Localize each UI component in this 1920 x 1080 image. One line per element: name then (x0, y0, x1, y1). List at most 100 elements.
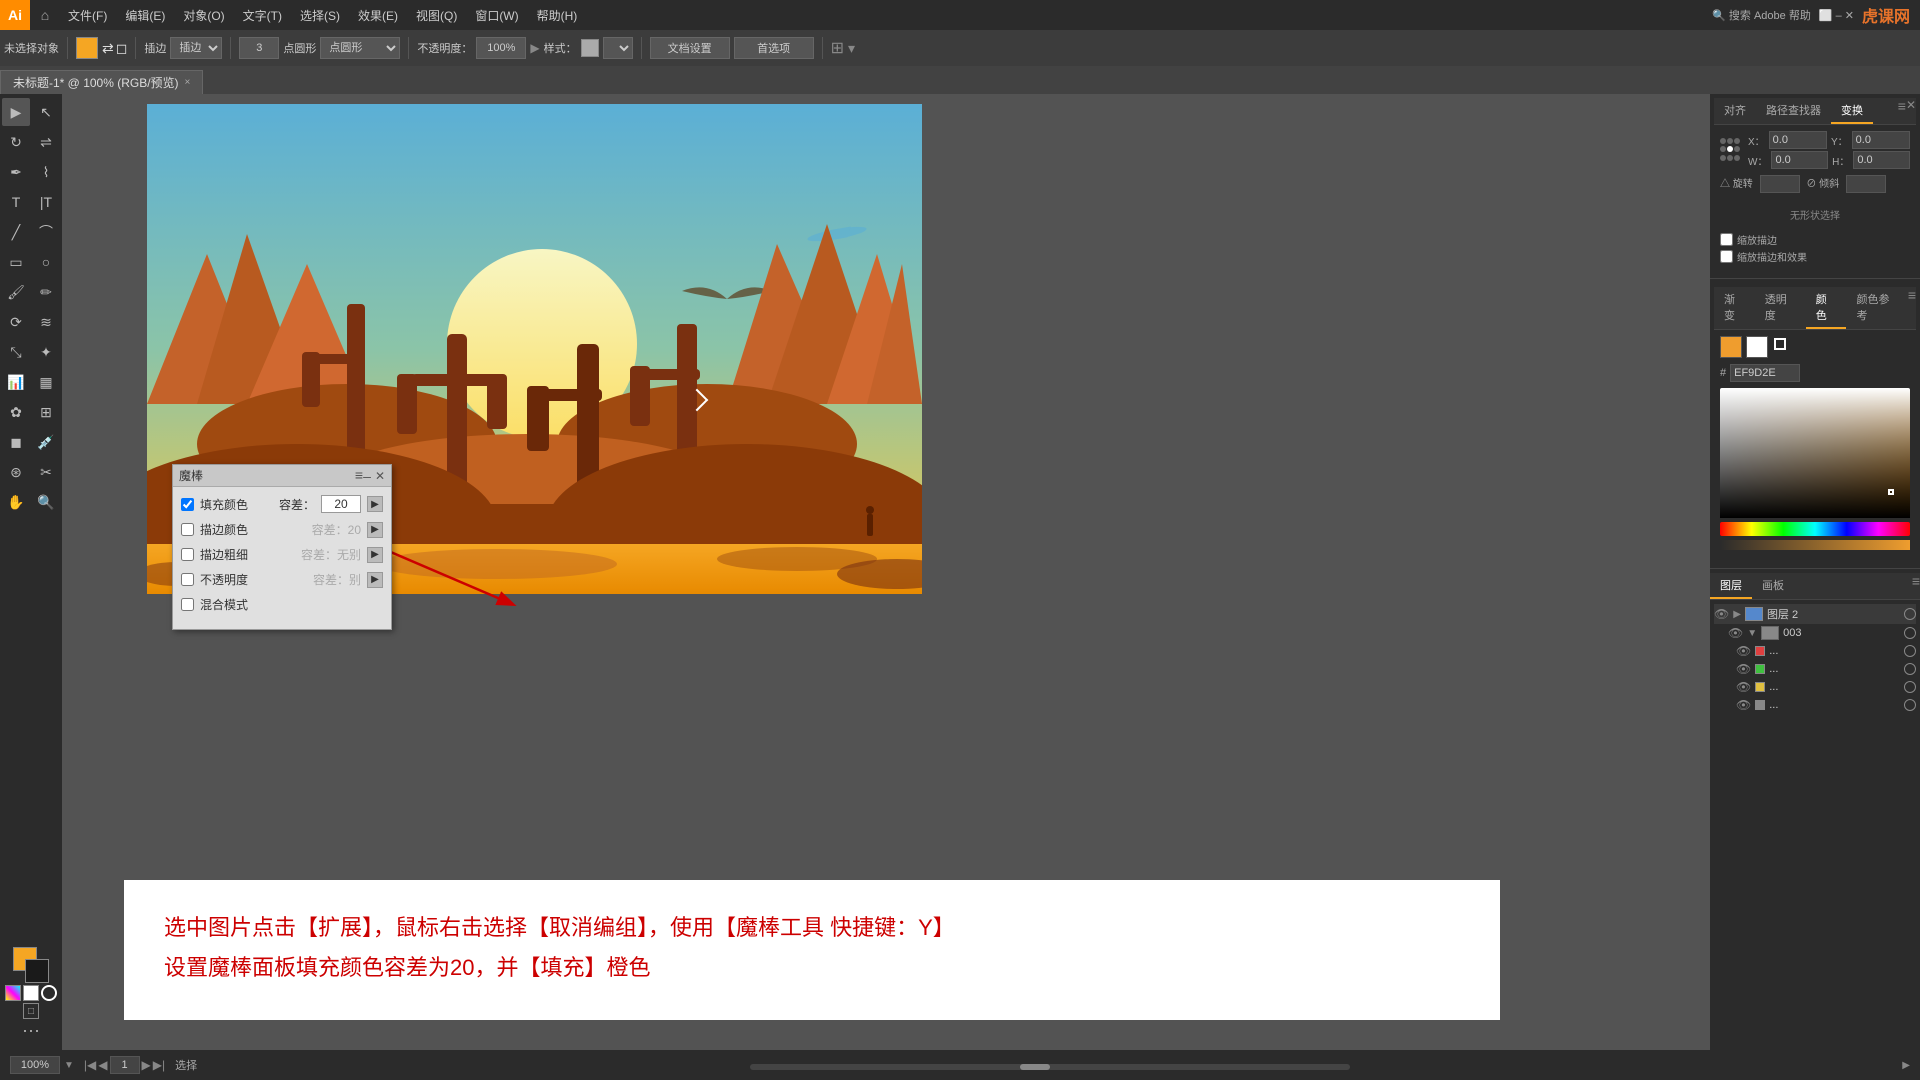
knife-tool-icon[interactable]: ✂ (32, 458, 60, 486)
reflect-tool-icon[interactable]: ⇌ (32, 128, 60, 156)
layer-circle-2[interactable] (1904, 627, 1916, 639)
transparency-tab[interactable]: 透明度 (1755, 287, 1806, 329)
arc-tool-icon[interactable]: ⌒ (32, 218, 60, 246)
fill-mode-icon[interactable] (23, 985, 39, 1001)
stroke-dropdown[interactable]: 插边 (170, 37, 222, 59)
zoom-tool-icon[interactable]: 🔍 (32, 488, 60, 516)
anchor-bc[interactable] (1727, 155, 1733, 161)
layer-circle-1[interactable] (1904, 608, 1916, 620)
menu-edit[interactable]: 编辑(E) (117, 0, 173, 30)
shear-input[interactable] (1846, 175, 1886, 193)
selection-tool-icon[interactable]: ▶ (2, 98, 30, 126)
home-icon[interactable]: ⌂ (30, 0, 60, 30)
anchor-tc[interactable] (1727, 138, 1733, 144)
layer-visibility-5[interactable]: 👁 (1736, 680, 1751, 694)
background-swatch[interactable] (1746, 336, 1768, 358)
anchor-bl[interactable] (1720, 155, 1726, 161)
panel-close-icon[interactable]: ✕ (1906, 98, 1916, 124)
artboards-tab[interactable]: 画板 (1752, 573, 1794, 599)
mesh-tool-icon[interactable]: ⊞ (32, 398, 60, 426)
foreground-swatch[interactable] (1720, 336, 1742, 358)
warp-tool-icon[interactable]: ≋ (32, 308, 60, 336)
menu-text[interactable]: 文字(T) (235, 0, 290, 30)
menu-help[interactable]: 帮助(H) (529, 0, 586, 30)
type-tool-icon[interactable]: T (2, 188, 30, 216)
anchor-br[interactable] (1734, 155, 1740, 161)
transform-tab[interactable]: 变换 (1831, 98, 1873, 124)
opacity-arrow[interactable]: ▶ (367, 572, 383, 588)
layer-visibility-6[interactable]: 👁 (1736, 698, 1751, 712)
none-fill-icon[interactable] (41, 985, 57, 1001)
layer-circle-4[interactable] (1904, 663, 1916, 675)
arrange-icon[interactable]: ⊞ (831, 38, 844, 58)
layer-icon[interactable]: □ (23, 1003, 39, 1019)
direct-select-tool-icon[interactable]: ↖ (32, 98, 60, 126)
color-tab[interactable]: 颜色 (1806, 287, 1847, 329)
rotate-tool-icon[interactable]: ↻ (2, 128, 30, 156)
next-page-btn[interactable]: ▶ (142, 1058, 151, 1072)
layer-row-1[interactable]: 👁 ▶ 图层 2 (1714, 604, 1916, 624)
layer-visibility-4[interactable]: 👁 (1736, 662, 1751, 676)
opacity-input[interactable] (476, 37, 526, 59)
pen-tool-icon[interactable]: ✒ (2, 158, 30, 186)
layer-expand-1[interactable]: ▶ (1733, 609, 1741, 620)
align-tab[interactable]: 对齐 (1714, 98, 1756, 124)
shape-dropdown[interactable]: 点圆形 (320, 37, 400, 59)
layer-visibility-2[interactable]: 👁 (1728, 626, 1743, 640)
anchor-tl[interactable] (1720, 138, 1726, 144)
more-options-icon[interactable]: ▾ (848, 40, 855, 57)
search-icon[interactable]: 🔍 搜索 Adobe 帮助 (1712, 7, 1811, 23)
eyedropper-tool-icon[interactable]: 💉 (32, 428, 60, 456)
blend-tool-icon[interactable]: ⊛ (2, 458, 30, 486)
layers-panel-menu-icon[interactable]: ≡ (1912, 573, 1920, 599)
pathfinder-tab[interactable]: 路径查找器 (1756, 98, 1831, 124)
stroke-width-checkbox[interactable] (181, 548, 194, 561)
layer-expand-2[interactable]: ▼ (1747, 628, 1757, 639)
default-colors-icon[interactable]: ◻ (116, 40, 128, 57)
fill-color-checkbox[interactable] (181, 498, 194, 511)
chart-tool-icon[interactable]: 📊 (2, 368, 30, 396)
layer-circle-5[interactable] (1904, 681, 1916, 693)
layer-row-2[interactable]: 👁 ▼ 003 (1714, 624, 1916, 642)
color-picker-gradient[interactable] (1720, 388, 1910, 518)
swap-colors-icon[interactable]: ⇄ (102, 40, 114, 57)
menu-object[interactable]: 对象(O) (175, 0, 232, 30)
anchor-ml[interactable] (1720, 146, 1726, 152)
layer-row-4[interactable]: 👁 ... (1714, 660, 1916, 678)
style-color[interactable] (581, 39, 599, 57)
scale-strokes-checkbox[interactable] (1720, 233, 1733, 246)
magic-menu-icon[interactable]: ≡ (355, 467, 363, 483)
bar-chart-icon[interactable]: ▦ (32, 368, 60, 396)
horizontal-scrollbar[interactable] (750, 1064, 1350, 1070)
h-input[interactable] (1853, 151, 1910, 169)
layer-row-5[interactable]: 👁 ... (1714, 678, 1916, 696)
menu-window[interactable]: 窗口(W) (467, 0, 526, 30)
blend-mode-checkbox[interactable] (181, 598, 194, 611)
anchor-tr[interactable] (1734, 138, 1740, 144)
first-page-btn[interactable]: |◀ (84, 1058, 96, 1072)
layer-circle-3[interactable] (1904, 645, 1916, 657)
color-mode-icon[interactable] (5, 985, 21, 1001)
layer-row-3[interactable]: 👁 ... (1714, 642, 1916, 660)
alpha-slider[interactable] (1720, 540, 1910, 550)
stroke-swatch[interactable] (1772, 336, 1788, 352)
menu-effect[interactable]: 效果(E) (350, 0, 406, 30)
scale-effects-checkbox[interactable] (1720, 250, 1733, 263)
hue-slider[interactable] (1720, 522, 1910, 536)
anchor-mc[interactable] (1727, 146, 1733, 152)
more-tools-icon[interactable]: ⋯ (22, 1021, 40, 1042)
brush-size-input[interactable] (239, 37, 279, 59)
opacity-arrow[interactable]: ▶ (530, 41, 539, 55)
path-tool-icon[interactable]: ⌇ (32, 158, 60, 186)
document-tab[interactable]: 未标题-1* @ 100% (RGB/预览) × (0, 70, 203, 94)
rotate-input[interactable] (1760, 175, 1800, 193)
hand-tool-icon[interactable]: ✋ (2, 488, 30, 516)
hex-input[interactable] (1730, 364, 1800, 382)
puppet-warp-icon[interactable]: ✦ (32, 338, 60, 366)
x-input[interactable] (1769, 131, 1827, 149)
layer-circle-6[interactable] (1904, 699, 1916, 711)
line-tool-icon[interactable]: ╱ (2, 218, 30, 246)
color-panel-menu-icon[interactable]: ≡ (1908, 287, 1916, 329)
last-page-btn[interactable]: ▶| (153, 1058, 165, 1072)
prev-page-btn[interactable]: ◀ (98, 1058, 107, 1072)
